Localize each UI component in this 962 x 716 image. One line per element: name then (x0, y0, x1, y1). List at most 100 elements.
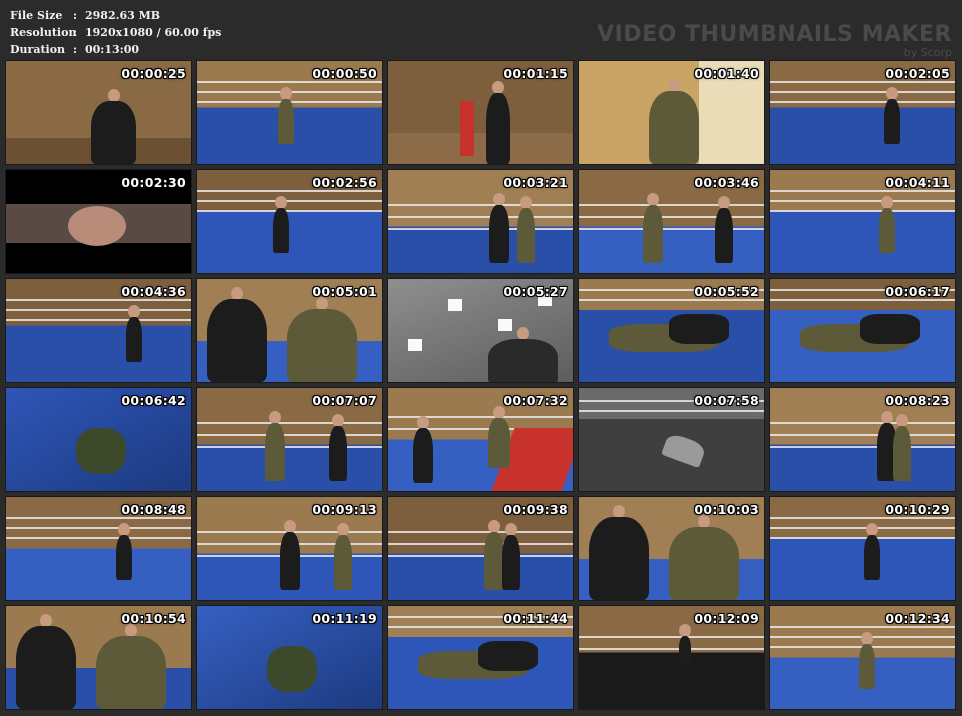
video-thumbnail[interactable]: 00:07:07 (196, 387, 383, 492)
info-row-resolution: Resolution : 1920x1080 / 60.00 fps (10, 24, 221, 41)
person-figure (126, 317, 142, 362)
video-thumbnail[interactable]: 00:12:09 (578, 605, 765, 710)
video-thumbnail[interactable]: 00:05:01 (196, 278, 383, 383)
person-figure (96, 636, 166, 709)
thumbnail-timestamp: 00:10:29 (885, 502, 950, 517)
thumbnail-timestamp: 00:08:23 (885, 393, 950, 408)
video-thumbnail[interactable]: 00:05:52 (578, 278, 765, 383)
info-separator: : (73, 43, 78, 56)
info-separator: : (73, 26, 78, 39)
thumbnail-timestamp: 00:07:07 (312, 393, 377, 408)
thumbnail-timestamp: 00:01:15 (503, 66, 568, 81)
video-thumbnail[interactable]: 00:08:23 (769, 387, 956, 492)
video-thumbnail[interactable]: 00:11:44 (387, 605, 574, 710)
ring-rope (197, 200, 382, 202)
thumbnail-timestamp: 00:10:03 (694, 502, 759, 517)
ring-rope (579, 299, 764, 301)
video-thumbnail[interactable]: 00:07:32 (387, 387, 574, 492)
person-figure (860, 314, 920, 344)
person-figure (661, 431, 707, 469)
video-thumbnail[interactable]: 00:02:56 (196, 169, 383, 274)
video-thumbnail[interactable]: 00:08:48 (5, 496, 192, 601)
person-figure (488, 418, 510, 468)
video-thumbnail[interactable]: 00:05:27 (387, 278, 574, 383)
info-row-file-size: File Size : 2982.63 MB (10, 7, 221, 24)
thumbnail-timestamp: 00:05:52 (694, 284, 759, 299)
ring-rope (770, 101, 955, 103)
video-thumbnail[interactable]: 00:03:21 (387, 169, 574, 274)
person-figure (679, 636, 691, 666)
video-thumbnail[interactable]: 00:07:58 (578, 387, 765, 492)
thumbnail-grid: 00:00:25 00:00:50 00:01:15 00:01:40 00:02:05… (5, 60, 956, 710)
ring-rope (388, 204, 573, 206)
video-thumbnail[interactable]: 00:06:17 (769, 278, 956, 383)
ring-rope (6, 309, 191, 311)
ring-rope (197, 446, 382, 448)
ring-rope (388, 626, 573, 628)
thumbnail-timestamp: 00:12:34 (885, 611, 950, 626)
ring-rope (579, 410, 764, 412)
video-thumbnail[interactable]: 00:10:03 (578, 496, 765, 601)
person-figure (207, 299, 267, 382)
ring-rope (6, 319, 191, 321)
video-thumbnail[interactable]: 00:01:40 (578, 60, 765, 165)
thumbnail-timestamp: 00:06:42 (121, 393, 186, 408)
ring-rope (770, 527, 955, 529)
ring-rope (197, 190, 382, 192)
thumbnail-timestamp: 00:09:13 (312, 502, 377, 517)
person-figure (91, 101, 136, 164)
video-thumbnail[interactable]: 00:11:19 (196, 605, 383, 710)
person-figure (859, 644, 875, 689)
video-thumbnail[interactable]: 00:10:29 (769, 496, 956, 601)
person-figure (489, 205, 509, 263)
ring-rope (770, 517, 955, 519)
person-figure (287, 309, 357, 382)
watermark-title: VIDEO THUMBNAILS MAKER (597, 22, 952, 47)
video-thumbnail[interactable]: 00:00:50 (196, 60, 383, 165)
ring-rope (579, 228, 764, 230)
video-thumbnail[interactable]: 00:06:42 (5, 387, 192, 492)
person-figure (116, 535, 132, 580)
video-thumbnail[interactable]: 00:02:05 (769, 60, 956, 165)
ring-rope (579, 216, 764, 218)
video-thumbnail[interactable]: 00:04:36 (5, 278, 192, 383)
ring-rope (6, 517, 191, 519)
ring-rope (770, 446, 955, 448)
ring-rope (770, 81, 955, 83)
thumbnail-timestamp: 00:07:32 (503, 393, 568, 408)
ring-rope (770, 537, 955, 539)
ring-rope (197, 81, 382, 83)
video-thumbnail[interactable]: 00:09:38 (387, 496, 574, 601)
video-thumbnail[interactable]: 00:01:15 (387, 60, 574, 165)
person-figure (280, 532, 300, 590)
ceiling-light (408, 339, 422, 351)
video-thumbnail[interactable]: 00:02:30 (5, 169, 192, 274)
ring-rope (6, 537, 191, 539)
ring-rope (6, 299, 191, 301)
ring-rope (770, 422, 955, 424)
file-info-panel: File Size : 2982.63 MB Resolution : 1920… (10, 7, 221, 58)
ring-rope (388, 543, 573, 545)
person-figure (273, 208, 289, 253)
thumbnail-timestamp: 00:03:21 (503, 175, 568, 190)
person-figure (488, 339, 558, 382)
video-thumbnail[interactable]: 00:09:13 (196, 496, 383, 601)
person-figure (484, 532, 504, 590)
video-thumbnail[interactable]: 00:12:34 (769, 605, 956, 710)
person-figure (589, 517, 649, 600)
person-figure (669, 314, 729, 344)
video-thumbnail[interactable]: 00:00:25 (5, 60, 192, 165)
video-thumbnail[interactable]: 00:03:46 (578, 169, 765, 274)
thumbnail-timestamp: 00:04:11 (885, 175, 950, 190)
video-thumbnail[interactable]: 00:04:11 (769, 169, 956, 274)
person-figure (715, 208, 733, 263)
person-figure (265, 423, 285, 481)
ring-rope (579, 648, 764, 650)
ring-rope (770, 210, 955, 212)
video-thumbnail[interactable]: 00:10:54 (5, 605, 192, 710)
info-value: 2982.63 MB (85, 9, 161, 22)
letterbox-bar (6, 243, 191, 273)
person-figure (278, 99, 294, 144)
ring-rope (197, 210, 382, 212)
ring-rope (579, 636, 764, 638)
